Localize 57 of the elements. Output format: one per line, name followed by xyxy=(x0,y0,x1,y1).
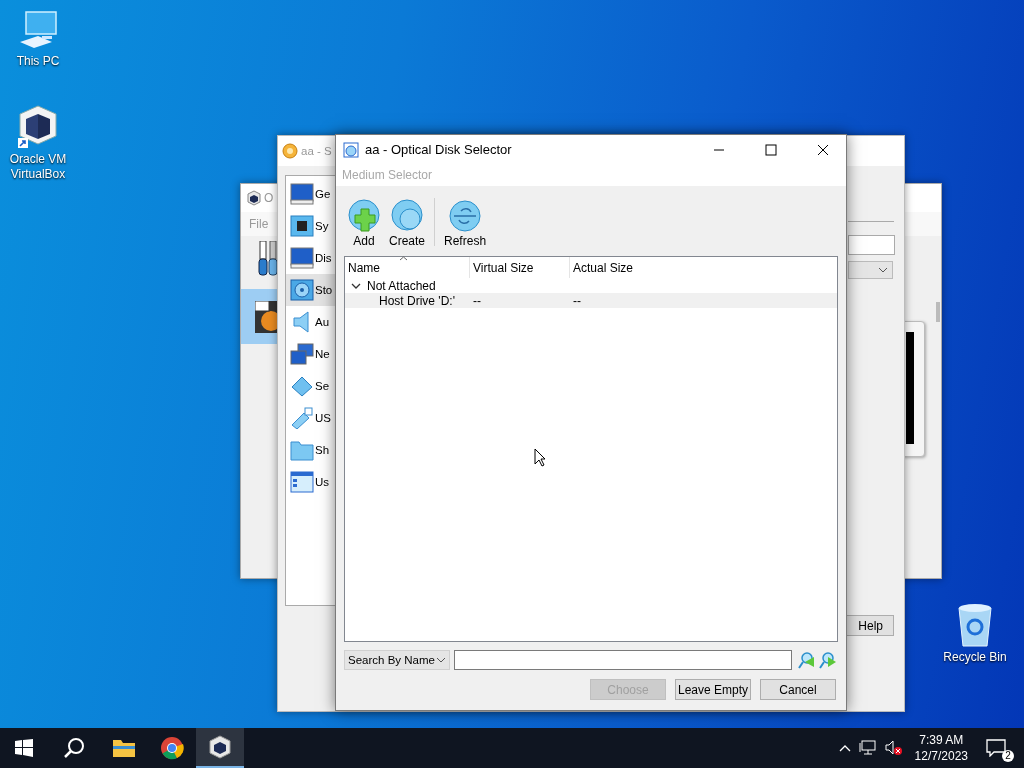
browser-icon xyxy=(160,736,184,760)
notification-button[interactable]: 2 xyxy=(986,736,1012,760)
caret-icon[interactable] xyxy=(838,744,851,752)
dialog-button[interactable]: Leave Empty xyxy=(675,679,751,700)
search-mode-dropdown[interactable]: Search By Name xyxy=(344,650,450,670)
dialog-button[interactable]: Cancel xyxy=(760,679,836,700)
notification-count: 2 xyxy=(1002,750,1014,762)
desktop-icon-label[interactable]: Recycle Bin xyxy=(943,650,1007,665)
gear-icon xyxy=(282,143,298,159)
search-field[interactable] xyxy=(454,650,792,670)
screens-icon xyxy=(290,343,314,365)
clock[interactable]: 7:39 AM 12/7/2023 xyxy=(914,732,968,764)
monitor-icon xyxy=(290,183,314,205)
window-title: aa - Optical Disk Selector xyxy=(365,142,513,157)
column-header[interactable]: Virtual Size xyxy=(470,257,570,278)
folder-icon xyxy=(290,439,314,461)
search-next-icon[interactable] xyxy=(818,651,836,669)
chip-icon xyxy=(290,215,314,237)
speaker-muted-icon[interactable] xyxy=(884,740,903,756)
toolbar-button[interactable]: Add xyxy=(344,199,384,248)
usb-icon xyxy=(290,407,314,429)
desktop-icon-label[interactable]: Oracle VM VirtualBox xyxy=(0,152,76,182)
toolbar-button[interactable]: Refresh xyxy=(441,199,490,248)
recycle-bin-icon[interactable] xyxy=(955,602,995,648)
tree-row[interactable]: Host Drive 'D:' -- -- xyxy=(345,293,837,308)
chevron-icon xyxy=(878,267,888,273)
monitor-icon xyxy=(290,247,314,269)
column-header[interactable]: Actual Size xyxy=(570,257,837,278)
chevron-down-icon[interactable] xyxy=(351,281,361,290)
window-icon xyxy=(290,471,314,493)
maximize-icon[interactable] xyxy=(765,143,777,156)
table-cell-text: Host Drive 'D:' xyxy=(378,293,456,308)
folder-icon xyxy=(112,738,136,758)
cube-icon xyxy=(247,190,261,206)
text-field[interactable] xyxy=(848,235,895,255)
window-title: aa - S xyxy=(301,145,332,157)
disc-icon xyxy=(390,199,424,233)
column-header[interactable]: Name xyxy=(345,257,470,278)
toolbar-button[interactable]: Create xyxy=(386,199,429,248)
cube-icon[interactable] xyxy=(16,104,60,150)
table-cell-text: -- xyxy=(572,293,582,308)
notification-icon xyxy=(986,739,1006,757)
window-title: O xyxy=(264,191,274,205)
search-icon[interactable] xyxy=(63,737,85,759)
cube-icon xyxy=(209,735,231,759)
network-icon[interactable] xyxy=(858,740,877,756)
search-previous-icon[interactable] xyxy=(797,651,815,669)
close-icon[interactable] xyxy=(817,143,829,156)
sort-icon xyxy=(399,256,408,261)
desktop-icon-label[interactable]: This PC xyxy=(16,54,60,69)
cursor-icon xyxy=(534,448,546,467)
chevron-icon xyxy=(436,657,446,663)
windows-logo-icon[interactable] xyxy=(15,739,33,757)
add-icon xyxy=(347,199,381,233)
table-cell-text: -- xyxy=(472,293,482,308)
taskbar-app[interactable] xyxy=(196,728,244,768)
tools-icon[interactable] xyxy=(258,241,278,277)
